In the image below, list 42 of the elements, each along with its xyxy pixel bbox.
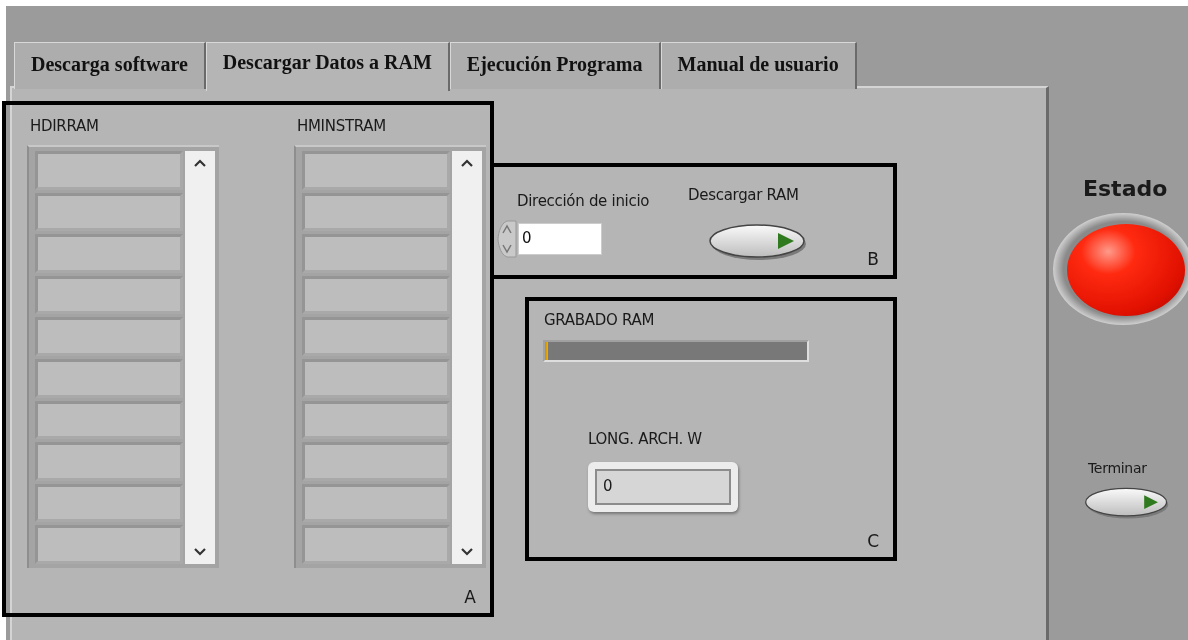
indicator-label: LONG. ARCH. W <box>588 430 702 448</box>
annotation-letter: B <box>867 249 879 269</box>
array-element[interactable] <box>302 525 450 564</box>
scroll-up-icon[interactable] <box>461 159 473 168</box>
progress-label: GRABADO RAM <box>544 311 655 329</box>
array-element[interactable] <box>35 275 183 315</box>
array-element[interactable] <box>35 234 183 273</box>
tab[interactable]: Descarga software <box>14 42 206 89</box>
array-label: HMINSTRAM <box>297 117 386 135</box>
array-element[interactable] <box>302 442 450 481</box>
toggle-button[interactable] <box>1084 485 1170 521</box>
array-element[interactable] <box>302 317 450 356</box>
array-element[interactable] <box>35 192 183 232</box>
led-label: Estado <box>1083 176 1168 201</box>
array-element[interactable] <box>35 525 183 564</box>
array-element[interactable] <box>302 358 450 398</box>
field-label: Dirección de inicio <box>517 192 650 210</box>
array-element[interactable] <box>35 483 183 523</box>
tab[interactable]: Manual de usuario <box>660 42 857 89</box>
number-indicator: 0 <box>588 462 738 512</box>
array-element[interactable] <box>302 151 450 190</box>
array-element[interactable] <box>302 234 450 273</box>
array-label: HDIRRAM <box>30 117 99 135</box>
array-element[interactable] <box>35 442 183 481</box>
button-label: Descargar RAM <box>688 186 799 204</box>
array-element[interactable] <box>35 317 183 356</box>
array-element[interactable] <box>302 192 450 232</box>
array-element[interactable] <box>302 275 450 315</box>
number-field[interactable]: 0 <box>518 223 602 255</box>
button-label: Terminar <box>1088 460 1147 476</box>
tab[interactable]: Ejecución Programa <box>449 42 661 89</box>
tab[interactable]: Descargar Datos a RAM <box>205 42 450 91</box>
array-element[interactable] <box>35 151 183 190</box>
array-element[interactable] <box>302 483 450 523</box>
annotation-letter: C <box>867 531 879 551</box>
array-element[interactable] <box>302 400 450 440</box>
scroll-down-icon[interactable] <box>194 547 206 556</box>
annotation-letter: A <box>464 587 476 607</box>
scroll-up-icon[interactable] <box>194 159 206 168</box>
scroll-down-icon[interactable] <box>461 547 473 556</box>
array-element[interactable] <box>35 400 183 440</box>
array-element[interactable] <box>35 358 183 398</box>
